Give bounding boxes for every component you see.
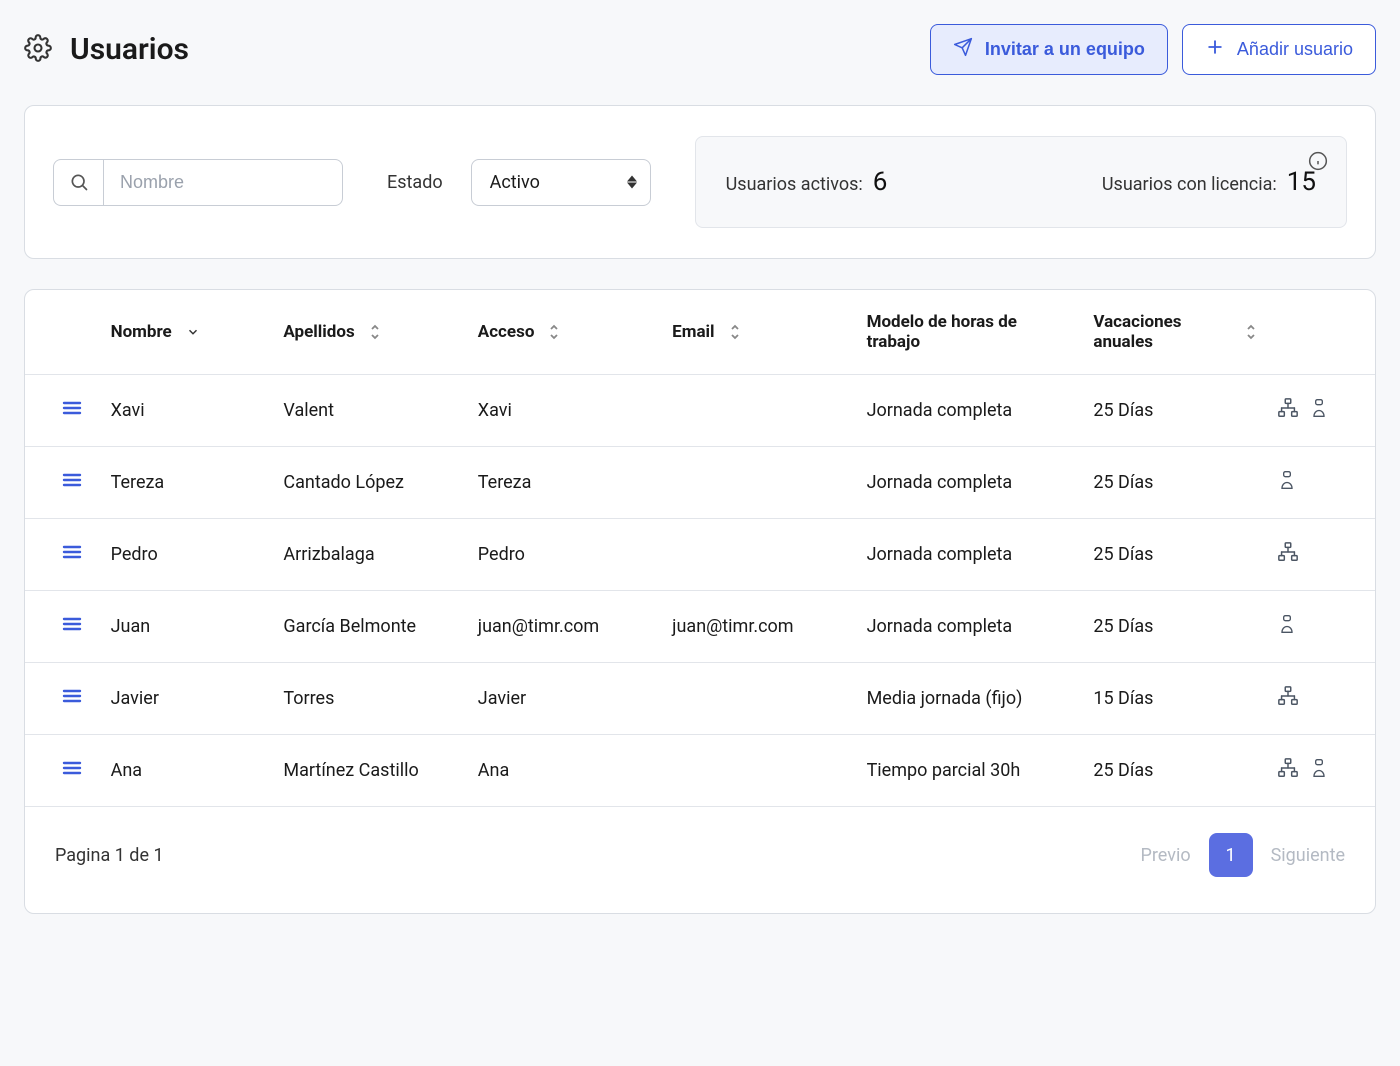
col-email-header: Email (672, 322, 714, 342)
org-chart-icon[interactable] (1277, 541, 1299, 568)
cell-email (662, 735, 856, 807)
add-user-label: Añadir usuario (1237, 39, 1353, 60)
sort-access-icon[interactable] (548, 323, 560, 341)
org-chart-icon[interactable] (1277, 685, 1299, 712)
cell-lastname: Valent (273, 375, 467, 447)
cell-model: Tiempo parcial 30h (857, 735, 1084, 807)
table-row[interactable]: AnaMartínez CastilloAna Tiempo parcial 30… (25, 735, 1375, 807)
active-users-stat: Usuarios activos: 6 (726, 167, 888, 197)
cell-name: Javier (101, 663, 274, 735)
licensed-users-stat: Usuarios con licencia: 15 (1102, 167, 1316, 197)
page-info: Pagina 1 de 1 (55, 845, 164, 866)
add-user-button[interactable]: Añadir usuario (1182, 24, 1376, 75)
send-icon (953, 37, 973, 62)
cell-access: Tereza (468, 447, 662, 519)
sort-lastname-icon[interactable] (369, 323, 381, 341)
page-header: Usuarios Invitar a un equipo Añadir usua… (24, 24, 1376, 75)
cell-lastname: Cantado López (273, 447, 467, 519)
cell-lastname: Torres (273, 663, 467, 735)
state-select[interactable]: Activo (471, 159, 651, 206)
col-vacation-header: Vacaciones anuales (1093, 312, 1231, 352)
cell-lastname: Arrizbalaga (273, 519, 467, 591)
cell-model: Media jornada (fijo) (857, 663, 1084, 735)
cell-name: Xavi (101, 375, 274, 447)
cell-vacation: 25 Días (1083, 447, 1267, 519)
drag-handle-icon[interactable] (62, 472, 82, 488)
cell-email (662, 375, 856, 447)
cell-name: Tereza (101, 447, 274, 519)
cell-vacation: 15 Días (1083, 663, 1267, 735)
search-group (53, 159, 343, 206)
users-table-panel: Nombre Apellidos (24, 289, 1376, 914)
pager-prev[interactable]: Previo (1141, 845, 1191, 866)
cell-model: Jornada completa (857, 447, 1084, 519)
table-row[interactable]: XaviValentXavi Jornada completa25 Días (25, 375, 1375, 447)
col-lastname-header: Apellidos (283, 322, 354, 342)
table-footer: Pagina 1 de 1 Previo 1 Siguiente (25, 807, 1375, 913)
cell-email (662, 519, 856, 591)
state-filter-group: Estado Activo (387, 159, 651, 206)
table-row[interactable]: PedroArrizbalagaPedro Jornada completa25 … (25, 519, 1375, 591)
pager-current[interactable]: 1 (1209, 833, 1253, 877)
cell-vacation: 25 Días (1083, 519, 1267, 591)
org-chart-icon[interactable] (1277, 397, 1299, 424)
cell-access: Xavi (468, 375, 662, 447)
col-access-header: Acceso (478, 322, 535, 342)
table-row[interactable]: JuanGarcía Belmontejuan@timr.comjuan@tim… (25, 591, 1375, 663)
search-input[interactable] (103, 159, 343, 206)
gear-icon (24, 34, 52, 66)
pager-next[interactable]: Siguiente (1271, 845, 1345, 866)
users-table: Nombre Apellidos (25, 290, 1375, 807)
cell-name: Juan (101, 591, 274, 663)
drag-handle-icon[interactable] (62, 688, 82, 704)
cell-vacation: 25 Días (1083, 375, 1267, 447)
cell-email: juan@timr.com (662, 591, 856, 663)
plus-icon (1205, 37, 1225, 62)
org-chart-icon[interactable] (1277, 757, 1299, 784)
cell-name: Ana (101, 735, 274, 807)
user-badge-icon[interactable] (1277, 469, 1297, 496)
drag-handle-icon[interactable] (62, 616, 82, 632)
active-users-label: Usuarios activos: (726, 174, 863, 195)
cell-vacation: 25 Días (1083, 591, 1267, 663)
filter-panel: Estado Activo Usuarios activos: 6 Usuari… (24, 105, 1376, 259)
invite-team-button[interactable]: Invitar a un equipo (930, 24, 1168, 75)
cell-access: juan@timr.com (468, 591, 662, 663)
cell-access: Pedro (468, 519, 662, 591)
state-label: Estado (387, 172, 443, 193)
cell-model: Jornada completa (857, 519, 1084, 591)
search-icon (53, 159, 103, 206)
cell-email (662, 663, 856, 735)
cell-lastname: Martínez Castillo (273, 735, 467, 807)
cell-name: Pedro (101, 519, 274, 591)
table-row[interactable]: JavierTorresJavier Media jornada (fijo)15… (25, 663, 1375, 735)
user-badge-icon[interactable] (1309, 397, 1329, 424)
active-users-count: 6 (873, 167, 888, 197)
licensed-users-label: Usuarios con licencia: (1102, 174, 1277, 195)
invite-team-label: Invitar a un equipo (985, 39, 1145, 60)
cell-model: Jornada completa (857, 375, 1084, 447)
table-row[interactable]: TerezaCantado LópezTereza Jornada complet… (25, 447, 1375, 519)
user-badge-icon[interactable] (1309, 757, 1329, 784)
col-name-header: Nombre (111, 322, 172, 342)
cell-vacation: 25 Días (1083, 735, 1267, 807)
sort-email-icon[interactable] (729, 323, 741, 341)
cell-email (662, 447, 856, 519)
cell-lastname: García Belmonte (273, 591, 467, 663)
pager: Previo 1 Siguiente (1141, 833, 1345, 877)
info-icon[interactable] (1308, 151, 1328, 175)
user-badge-icon[interactable] (1277, 613, 1297, 640)
cell-model: Jornada completa (857, 591, 1084, 663)
cell-access: Javier (468, 663, 662, 735)
sort-vacation-icon[interactable] (1245, 323, 1257, 341)
drag-handle-icon[interactable] (62, 400, 82, 416)
col-model-header: Modelo de horas de trabajo (867, 312, 1017, 352)
drag-handle-icon[interactable] (62, 760, 82, 776)
page-title: Usuarios (70, 32, 189, 67)
cell-access: Ana (468, 735, 662, 807)
drag-handle-icon[interactable] (62, 544, 82, 560)
stats-box: Usuarios activos: 6 Usuarios con licenci… (695, 136, 1347, 228)
sort-name-icon[interactable] (186, 325, 200, 339)
